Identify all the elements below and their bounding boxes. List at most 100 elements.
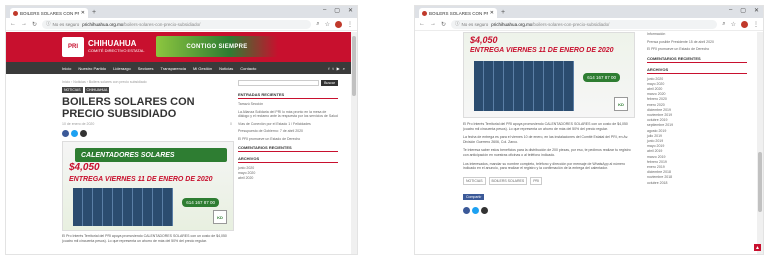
profile-avatar[interactable] — [741, 20, 748, 28]
security-label: No es seguro — [52, 21, 80, 27]
flyer-date: ENTREGA VIERNES 11 DE ENERO DE 2020 — [69, 176, 213, 183]
new-tab-icon[interactable]: + — [501, 8, 505, 18]
new-tab-icon[interactable]: + — [92, 8, 96, 18]
browser-window-left: BOILERS SOLARES CON PRECIO ✕ + – ▢ ✕ ← →… — [5, 5, 358, 255]
post-tag[interactable]: NOTICIAS — [463, 176, 486, 185]
menu-icon[interactable]: ⋮ — [753, 21, 759, 28]
star-icon[interactable]: ☆ — [731, 21, 736, 28]
post-body: El Pro Interés Territorial del PRI apoya… — [62, 234, 227, 243]
flyer-price: $4,050 — [69, 162, 100, 173]
solar-panels-image — [73, 188, 173, 226]
close-window-icon[interactable]: ✕ — [754, 7, 759, 14]
reload-icon[interactable]: ↻ — [441, 21, 446, 28]
flyer-date: ENTREGA VIERNES 11 DE ENERO DE 2020 — [470, 47, 614, 54]
scrollbar[interactable] — [351, 32, 357, 254]
email-share-icon[interactable] — [80, 130, 87, 137]
nav-item-contacto[interactable]: Contacto — [240, 66, 256, 71]
back-to-top-button[interactable]: ▲ — [754, 244, 761, 251]
nav-item-sectores[interactable]: Sectores — [138, 66, 154, 71]
header-banner[interactable]: CONTIGO SIEMPRE — [156, 36, 278, 57]
browser-window-right: BOILERS SOLARES CON PRECIO ✕ + – ▢ ✕ ← →… — [414, 5, 764, 255]
archives-heading: ARCHIVOS — [238, 156, 338, 163]
recent-post-link[interactable]: Prensa posible Presidente 15 de abril 20… — [647, 40, 747, 45]
reload-icon[interactable]: ↻ — [32, 21, 37, 28]
nav-item-transparencia[interactable]: Transparencia — [161, 66, 186, 71]
recent-post-link[interactable]: La Alianza Solidaria del PRI lo más pron… — [238, 110, 338, 119]
url-host: prichihuahua.org.mx — [82, 21, 124, 27]
flyer-price: $4,050 — [470, 35, 498, 45]
info-icon[interactable]: ⓘ — [46, 21, 51, 27]
nav-item-liderazgo[interactable]: Liderazgo — [113, 66, 131, 71]
profile-avatar[interactable] — [335, 20, 342, 28]
maximize-icon[interactable]: ▢ — [740, 7, 746, 14]
recent-post-link[interactable]: Información — [647, 32, 747, 37]
address-bar[interactable]: ⓘ No es seguro prichihuahua.org.mx /boil… — [451, 19, 718, 29]
browser-toolbar: ← → ↻ ⓘ No es seguro prichihuahua.org.mx… — [6, 18, 357, 31]
close-tab-icon[interactable]: ✕ — [81, 10, 85, 16]
nav-item-inicio[interactable]: Inicio — [62, 66, 71, 71]
recent-comments-heading: COMENTARIOS RECIENTES — [238, 145, 338, 152]
nav-item-partido[interactable]: Nuestro Partido — [78, 66, 106, 71]
nav-item-noticias[interactable]: Noticias — [219, 66, 233, 71]
twitter-icon[interactable]: t — [333, 66, 334, 71]
tab-strip: BOILERS SOLARES CON PRECIO ✕ + – ▢ ✕ — [6, 6, 357, 18]
forward-icon[interactable]: → — [21, 21, 27, 27]
facebook-share-icon[interactable] — [463, 206, 470, 214]
pri-logo[interactable]: PRI — [62, 37, 84, 57]
address-bar[interactable]: ⓘ No es seguro prichihuahua.org.mx /boil… — [42, 19, 312, 29]
post-tag[interactable]: PRI — [530, 176, 543, 185]
breadcrumb: Inicio › Noticias › Boilers solares con … — [62, 80, 147, 84]
post-paragraph: La fecha de entrega es para el viernes 1… — [463, 135, 629, 144]
post-meta: 10 de enero de 2020 0 — [62, 122, 232, 126]
post-paragraph: Los interesados, mandar su nombre comple… — [463, 161, 626, 171]
recent-post-link[interactable]: El PRI promueve un Estado de Derecho — [647, 47, 747, 52]
archive-link[interactable]: abril 2020 — [238, 176, 338, 181]
scrollbar-thumb[interactable] — [758, 152, 762, 212]
recent-post-link[interactable]: El PRI promueve un Estado de Derecho — [238, 137, 338, 142]
twitter-share-icon[interactable] — [71, 130, 78, 137]
twitter-share-icon[interactable] — [472, 206, 479, 214]
browser-tab[interactable]: BOILERS SOLARES CON PRECIO ✕ — [10, 8, 88, 18]
minimize-icon[interactable]: – — [323, 7, 326, 14]
category-tag[interactable]: NOTICIAS — [62, 87, 83, 93]
scrollbar[interactable] — [757, 32, 763, 254]
youtube-icon[interactable]: ▶ — [337, 66, 340, 71]
window-controls: – ▢ ✕ — [323, 7, 353, 14]
minimize-icon[interactable]: – — [729, 7, 732, 14]
page-viewport: PRI CHIHUAHUA COMITÉ DIRECTIVO ESTATAL C… — [6, 32, 357, 254]
recent-post-link[interactable]: Presupuesto de Gobierno: 7 de abril 2020 — [238, 129, 338, 134]
post-paragraph: Te interesa saber estos beneficios para … — [463, 148, 631, 157]
back-icon[interactable]: ← — [419, 21, 425, 27]
post-tag[interactable]: BOILERS SOLARES — [488, 176, 528, 185]
maximize-icon[interactable]: ▢ — [334, 7, 340, 14]
search-input[interactable] — [238, 80, 320, 86]
nav-item-gestion[interactable]: Mi Gestión — [193, 66, 212, 71]
sidebar-search: Buscar — [238, 80, 338, 86]
info-icon[interactable]: ⓘ — [455, 21, 460, 27]
zoom-icon[interactable]: ⌕ — [722, 21, 725, 28]
star-icon[interactable]: ☆ — [325, 21, 330, 28]
toolbar-actions: ⌕ ☆ ⋮ — [316, 20, 353, 28]
archive-link[interactable]: octubre 2018 — [647, 181, 747, 186]
menu-icon[interactable]: ⋮ — [347, 21, 353, 28]
browser-tab[interactable]: BOILERS SOLARES CON PRECIO ✕ — [419, 8, 497, 18]
close-window-icon[interactable]: ✕ — [348, 7, 353, 14]
solar-panels-image — [474, 61, 574, 111]
category-tag[interactable]: CHIHUAHUA — [84, 87, 110, 93]
close-tab-icon[interactable]: ✕ — [490, 10, 494, 16]
search-icon[interactable]: ⌕ — [343, 66, 345, 71]
recent-post-link[interactable]: Vías de Conexión por el Estado 1 / Felic… — [238, 122, 338, 127]
email-share-icon[interactable] — [481, 206, 488, 214]
comment-count[interactable]: 0 — [230, 122, 232, 126]
archives-heading: ARCHIVOS — [647, 67, 747, 74]
brand-name: CHIHUAHUA — [88, 39, 137, 48]
search-button[interactable]: Buscar — [321, 80, 338, 86]
recent-post-link[interactable]: Tarrazú Sección — [238, 102, 338, 107]
forward-icon[interactable]: → — [430, 21, 436, 27]
scrollbar-thumb[interactable] — [352, 36, 356, 96]
facebook-icon[interactable]: f — [328, 66, 329, 71]
back-icon[interactable]: ← — [10, 21, 16, 27]
zoom-icon[interactable]: ⌕ — [316, 21, 319, 28]
facebook-share-icon[interactable] — [62, 130, 69, 137]
share-label[interactable]: Compartir — [463, 193, 485, 200]
